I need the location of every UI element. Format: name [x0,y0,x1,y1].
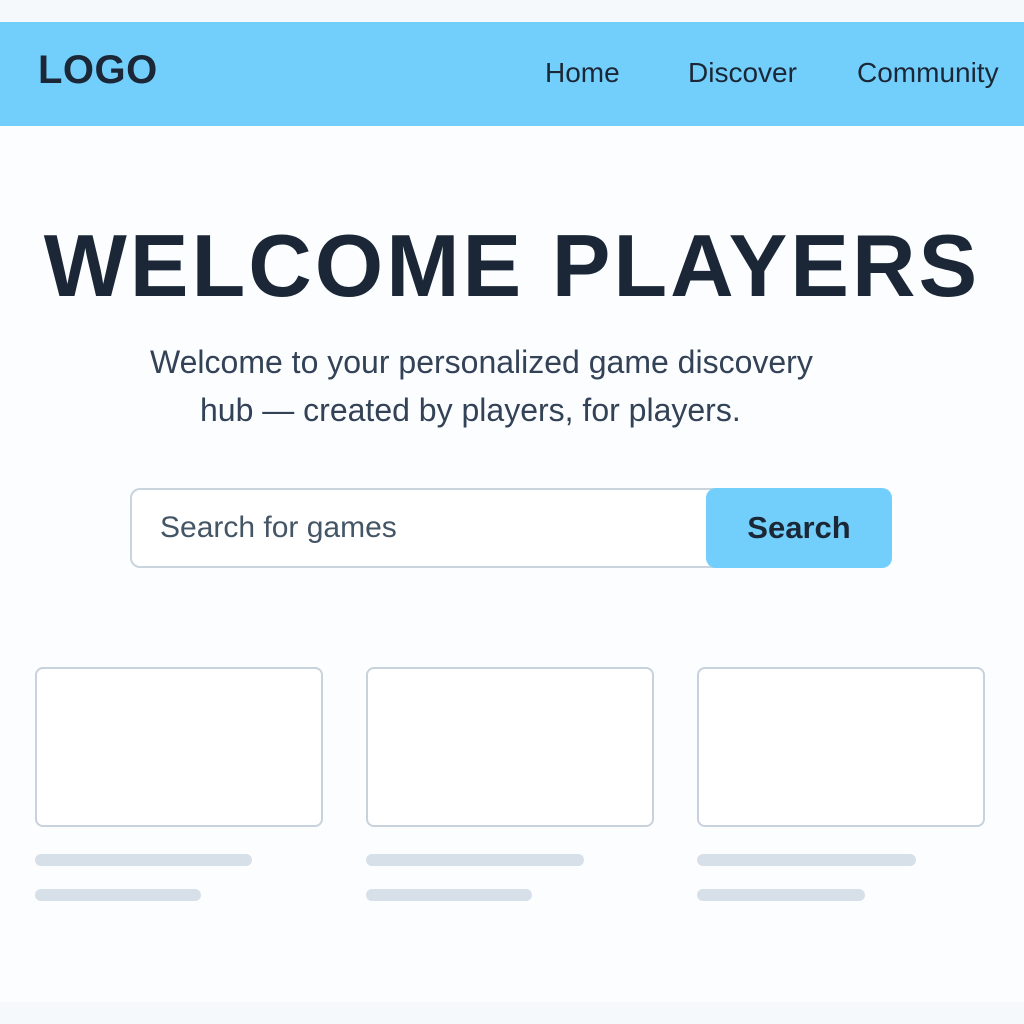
search-button[interactable]: Search [706,488,892,568]
hero-subtitle: Welcome to your personalized game discov… [142,338,882,434]
hero-subtitle-line-1: Welcome to your personalized game discov… [150,344,813,380]
card-meta-skeleton [366,889,532,901]
card-meta-skeleton [35,889,201,901]
nav-link-discover[interactable]: Discover [688,57,797,89]
page: LOGO Home Discover Community WELCOME PLA… [0,0,1024,1024]
card-title-skeleton [697,854,916,866]
search-input[interactable] [130,488,730,568]
card-meta-skeleton [697,889,865,901]
search-bar: Search [130,488,892,568]
hero-title: WELCOME PLAYERS [43,216,981,315]
game-card-placeholder[interactable] [697,667,985,827]
game-card-placeholder[interactable] [366,667,654,827]
nav-link-community[interactable]: Community [857,57,999,89]
card-title-skeleton [35,854,252,866]
hero-subtitle-line-2: hub — created by players, for players. [200,392,741,428]
nav-link-home[interactable]: Home [545,57,620,89]
site-logo[interactable]: LOGO [38,50,158,90]
card-title-skeleton [366,854,584,866]
game-card-placeholder[interactable] [35,667,323,827]
